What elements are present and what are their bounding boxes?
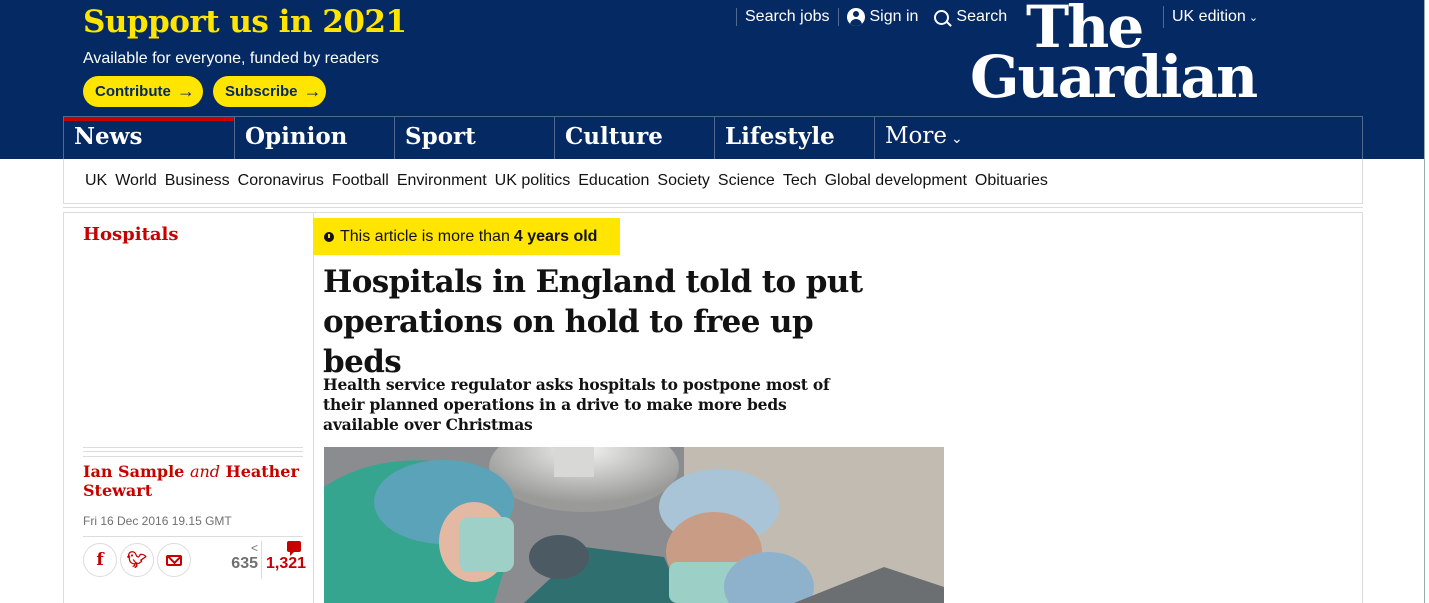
guardian-logo[interactable]: The Guardian [970,0,1270,111]
email-icon [166,554,182,566]
support-subtitle: Available for everyone, funded by reader… [83,50,379,67]
article-main-image [324,447,944,603]
share-twitter-button[interactable]: 🐦︎ [120,543,154,577]
contribute-button[interactable]: Contribute → [83,76,203,107]
author-link[interactable]: Ian Sample [83,462,184,481]
age-warning-prefix: This article is more than [340,227,510,245]
pillar-lifestyle[interactable]: Lifestyle [714,117,874,159]
share-icon: < [250,541,258,555]
sign-in-label: Sign in [869,8,919,25]
sub-nav: UK World Business Coronavirus Football E… [63,159,1363,203]
subscribe-label: Subscribe [225,83,298,100]
subnav-item-education[interactable]: Education [577,172,650,190]
pillar-label: Lifestyle [725,123,835,150]
pillar-opinion[interactable]: Opinion [234,117,394,159]
pillar-label: Culture [565,123,663,150]
subnav-item-society[interactable]: Society [656,172,710,190]
chevron-down-icon: ⌄ [951,131,963,147]
article-age-warning: This article is more than 4 years old [313,218,620,255]
arrow-right-icon: → [303,81,322,101]
comment-count-value: 1,321 [266,555,307,572]
byline-divider [83,447,303,457]
nav-divider [63,203,1363,213]
subnav-item-business[interactable]: Business [164,172,231,190]
viewport-edge [1424,0,1429,603]
article-headline: Hospitals in England told to put operati… [323,264,863,380]
subnav-item-tech[interactable]: Tech [782,172,818,190]
column-divider [313,213,314,603]
age-warning-value: 4 years old [513,227,598,245]
pillar-label: Opinion [245,123,348,150]
contribute-label: Contribute [95,83,171,100]
comment-count-link[interactable]: 1,321 [261,541,307,579]
search-jobs-label: Search jobs [745,8,830,25]
facebook-icon: f [96,550,104,570]
article-standfirst: Health service regulator asks hospitals … [323,375,830,434]
pillar-nav: News Opinion Sport Culture Lifestyle Mor… [63,116,1363,159]
pillar-label: More [885,123,948,149]
comment-icon [287,541,301,556]
subnav-item-uk[interactable]: UK [84,172,108,190]
publish-date: Fri 16 Dec 2016 19.15 GMT [83,514,232,528]
share-count: < 635 [220,541,258,573]
subnav-item-global-development[interactable]: Global development [824,172,968,190]
subnav-item-science[interactable]: Science [717,172,776,190]
page-frame-left [63,213,64,603]
sign-in-link[interactable]: Sign in [837,8,927,26]
pillar-label: Sport [405,123,476,150]
share-facebook-button[interactable]: f [83,543,117,577]
subnav-item-obituaries[interactable]: Obituaries [974,172,1049,190]
user-icon [846,8,865,26]
pillar-news[interactable]: News [64,117,235,159]
pillar-culture[interactable]: Culture [554,117,714,159]
meta-divider [83,536,303,537]
subnav-item-uk-politics[interactable]: UK politics [494,172,572,190]
share-email-button[interactable] [157,543,191,577]
subscribe-button[interactable]: Subscribe → [213,76,326,107]
site-header: Support us in 2021 Available for everyon… [0,0,1424,159]
byline: Ian Sample and Heather Stewart [83,462,303,500]
byline-and: and [189,462,221,481]
clock-icon [324,231,334,242]
subnav-item-football[interactable]: Football [331,172,390,190]
pillar-sport[interactable]: Sport [394,117,554,159]
surgeons-photo-illustration [324,447,944,603]
search-icon [934,9,950,25]
share-count-value: 635 [231,555,258,572]
support-title: Support us in 2021 [83,4,407,40]
arrow-right-icon: → [176,81,195,101]
subnav-item-environment[interactable]: Environment [396,172,488,190]
pillar-label: News [74,123,143,150]
page-frame-right [1362,213,1363,603]
twitter-icon: 🐦︎ [126,552,148,569]
section-label[interactable]: Hospitals [83,224,179,245]
pillar-more[interactable]: More ⌄ [874,117,994,159]
subnav-item-world[interactable]: World [114,172,158,190]
search-jobs-link[interactable]: Search jobs [736,8,838,26]
logo-line-2: Guardian [970,43,1258,111]
subnav-item-coronavirus[interactable]: Coronavirus [237,172,325,190]
